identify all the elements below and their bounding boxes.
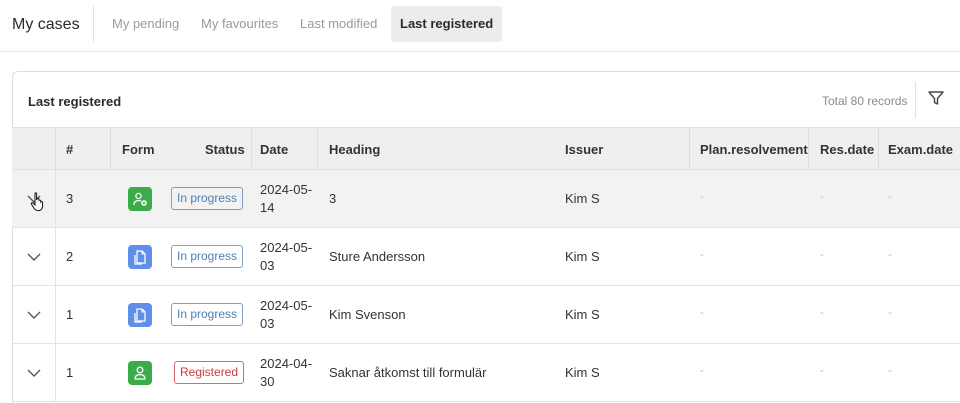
expand-row-button[interactable] bbox=[26, 249, 42, 265]
row-separator bbox=[55, 344, 56, 401]
row-plan-resolvement: - bbox=[700, 249, 704, 261]
document-icon bbox=[134, 308, 146, 323]
form-icon bbox=[128, 187, 152, 211]
table-row[interactable]: 1 Registered 2024-04-30 Saknar åtkomst t… bbox=[12, 344, 960, 402]
row-date: 2024-04-30 bbox=[260, 356, 313, 389]
row-date: 2024-05-03 bbox=[260, 298, 313, 331]
row-heading[interactable]: 3 bbox=[329, 191, 336, 206]
chevron-down-icon bbox=[27, 369, 41, 377]
row-date: 2024-05-03 bbox=[260, 240, 313, 273]
filter-button[interactable] bbox=[927, 89, 947, 109]
expand-row-button[interactable] bbox=[26, 365, 42, 381]
tab-last-registered[interactable]: Last registered bbox=[391, 6, 503, 42]
chevron-down-icon bbox=[27, 311, 41, 319]
status-badge: In progress bbox=[171, 303, 244, 326]
column-header-res-date[interactable]: Res.date bbox=[820, 142, 874, 157]
row-heading[interactable]: Sture Andersson bbox=[329, 249, 425, 264]
column-separator bbox=[251, 128, 252, 170]
row-res-date: - bbox=[820, 365, 824, 377]
hand-cursor-icon bbox=[30, 192, 44, 212]
row-number: 1 bbox=[66, 365, 74, 380]
column-separator bbox=[808, 128, 809, 170]
row-plan-resolvement: - bbox=[700, 307, 704, 319]
top-bar: My cases My pending My favourites Last m… bbox=[0, 0, 960, 52]
tab-my-favourites[interactable]: My favourites bbox=[192, 6, 287, 42]
row-plan-resolvement: - bbox=[700, 191, 704, 203]
status-badge: Registered bbox=[174, 361, 245, 384]
row-heading[interactable]: Saknar åtkomst till formulär bbox=[329, 365, 487, 380]
table-row[interactable]: 3 In progress 2024-05-14 3 Kim S - - - bbox=[12, 170, 960, 228]
tab-last-modified[interactable]: Last modified bbox=[291, 6, 386, 42]
chevron-down-icon bbox=[27, 253, 41, 261]
row-separator bbox=[55, 228, 56, 285]
tab-my-pending[interactable]: My pending bbox=[103, 6, 188, 42]
row-number: 1 bbox=[66, 307, 74, 322]
table-header: # Form Status Date Heading Issuer Plan.r… bbox=[12, 127, 960, 170]
row-exam-date: - bbox=[888, 191, 892, 203]
row-number: 3 bbox=[66, 191, 74, 206]
column-header-form[interactable]: Form bbox=[122, 142, 155, 157]
row-plan-resolvement: - bbox=[700, 365, 704, 377]
column-header-heading[interactable]: Heading bbox=[329, 142, 380, 157]
form-icon bbox=[128, 245, 152, 269]
card-title: Last registered bbox=[28, 94, 122, 109]
column-header-exam-date[interactable]: Exam.date bbox=[888, 142, 953, 157]
user-add-icon bbox=[133, 192, 147, 206]
row-separator bbox=[55, 286, 56, 343]
column-header-number[interactable]: # bbox=[66, 142, 73, 157]
table-row[interactable]: 2 In progress 2024-05-03 Sture Andersson… bbox=[12, 228, 960, 286]
row-heading[interactable]: Kim Svenson bbox=[329, 307, 406, 322]
column-separator bbox=[110, 128, 111, 170]
row-date: 2024-05-14 bbox=[260, 182, 313, 215]
user-icon bbox=[134, 366, 146, 380]
row-issuer: Kim S bbox=[565, 191, 600, 206]
row-issuer: Kim S bbox=[565, 249, 600, 264]
row-issuer: Kim S bbox=[565, 307, 600, 322]
row-exam-date: - bbox=[888, 249, 892, 261]
row-exam-date: - bbox=[888, 307, 892, 319]
row-number: 2 bbox=[66, 249, 74, 264]
column-header-date[interactable]: Date bbox=[260, 142, 288, 157]
page-title: My cases bbox=[12, 16, 80, 33]
form-icon bbox=[128, 361, 152, 385]
column-header-plan-resolvement[interactable]: Plan.resolvement bbox=[700, 142, 808, 157]
row-issuer: Kim S bbox=[565, 365, 600, 380]
expand-row-button[interactable] bbox=[26, 307, 42, 323]
column-header-status[interactable]: Status bbox=[205, 142, 245, 157]
row-res-date: - bbox=[820, 307, 824, 319]
row-exam-date: - bbox=[888, 365, 892, 377]
column-separator bbox=[317, 128, 318, 170]
filter-icon bbox=[928, 91, 944, 105]
form-icon bbox=[128, 303, 152, 327]
status-badge: In progress bbox=[171, 245, 244, 268]
column-separator bbox=[55, 128, 56, 170]
column-separator bbox=[878, 128, 879, 170]
row-separator bbox=[55, 170, 56, 227]
card-header-divider bbox=[915, 82, 916, 118]
column-separator bbox=[689, 128, 690, 170]
title-divider bbox=[93, 6, 94, 42]
total-records: Total 80 records bbox=[822, 94, 908, 108]
status-badge: In progress bbox=[171, 187, 244, 210]
row-res-date: - bbox=[820, 249, 824, 261]
document-icon bbox=[134, 250, 146, 265]
row-res-date: - bbox=[820, 191, 824, 203]
table-row[interactable]: 1 In progress 2024-05-03 Kim Svenson Kim… bbox=[12, 286, 960, 344]
column-header-issuer[interactable]: Issuer bbox=[565, 142, 603, 157]
